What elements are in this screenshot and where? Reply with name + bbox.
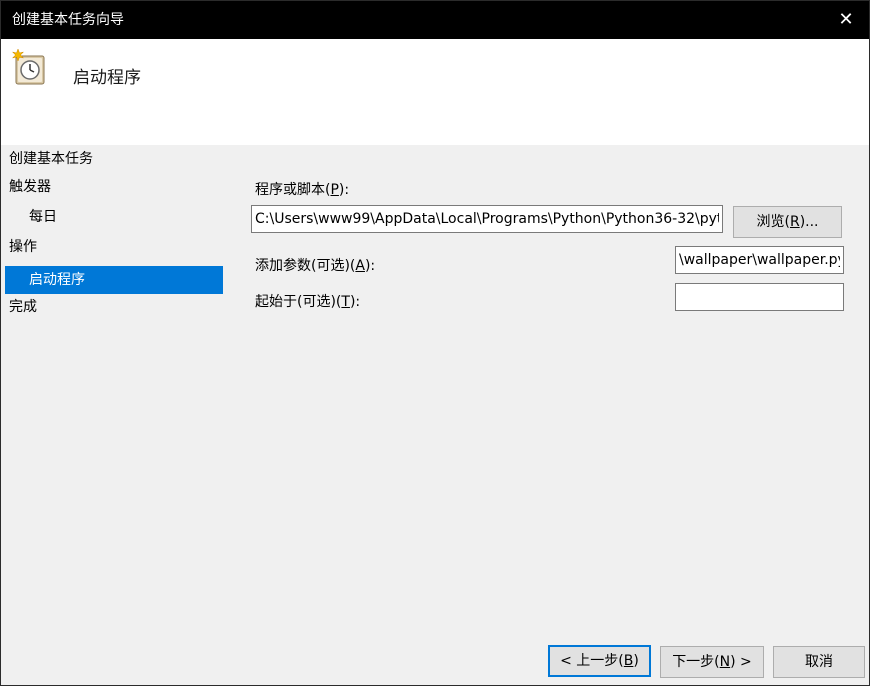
page-title: 启动程序 (73, 68, 141, 88)
sidebar-item-start-program[interactable]: 启动程序 (5, 266, 223, 294)
close-icon: ✕ (838, 9, 854, 30)
browse-button[interactable]: 浏览(R)... (733, 206, 842, 238)
next-button[interactable]: 下一步(N) > (660, 646, 764, 678)
wizard-header: 启动程序 (1, 39, 869, 145)
window-title: 创建基本任务向导 (12, 12, 124, 28)
program-label: 程序或脚本(P): (255, 182, 350, 198)
close-button[interactable]: ✕ (823, 1, 869, 39)
wizard-steps-sidebar: 创建基本任务 触发器 每日 操作 启动程序 完成 (1, 145, 225, 685)
sidebar-item-create-task[interactable]: 创建基本任务 (9, 145, 93, 173)
clock-task-icon (11, 48, 45, 85)
wizard-window: 创建基本任务向导 ✕ 启动程序 创建基本任务 触发器 每日 操作 启动程序 完成… (0, 0, 870, 686)
start-in-input[interactable] (675, 283, 844, 311)
arguments-input[interactable] (675, 246, 844, 274)
cancel-button[interactable]: 取消 (773, 646, 865, 678)
sidebar-item-trigger[interactable]: 触发器 (9, 173, 51, 201)
sidebar-item-action[interactable]: 操作 (9, 233, 37, 261)
sidebar-item-finish[interactable]: 完成 (9, 293, 37, 321)
program-path-input[interactable] (251, 205, 723, 233)
title-bar[interactable]: 创建基本任务向导 ✕ (1, 1, 869, 39)
back-button[interactable]: < 上一步(B) (548, 645, 651, 677)
start-in-label: 起始于(可选)(T): (255, 294, 361, 310)
sidebar-item-daily[interactable]: 每日 (29, 203, 57, 231)
arguments-label: 添加参数(可选)(A): (255, 258, 376, 274)
